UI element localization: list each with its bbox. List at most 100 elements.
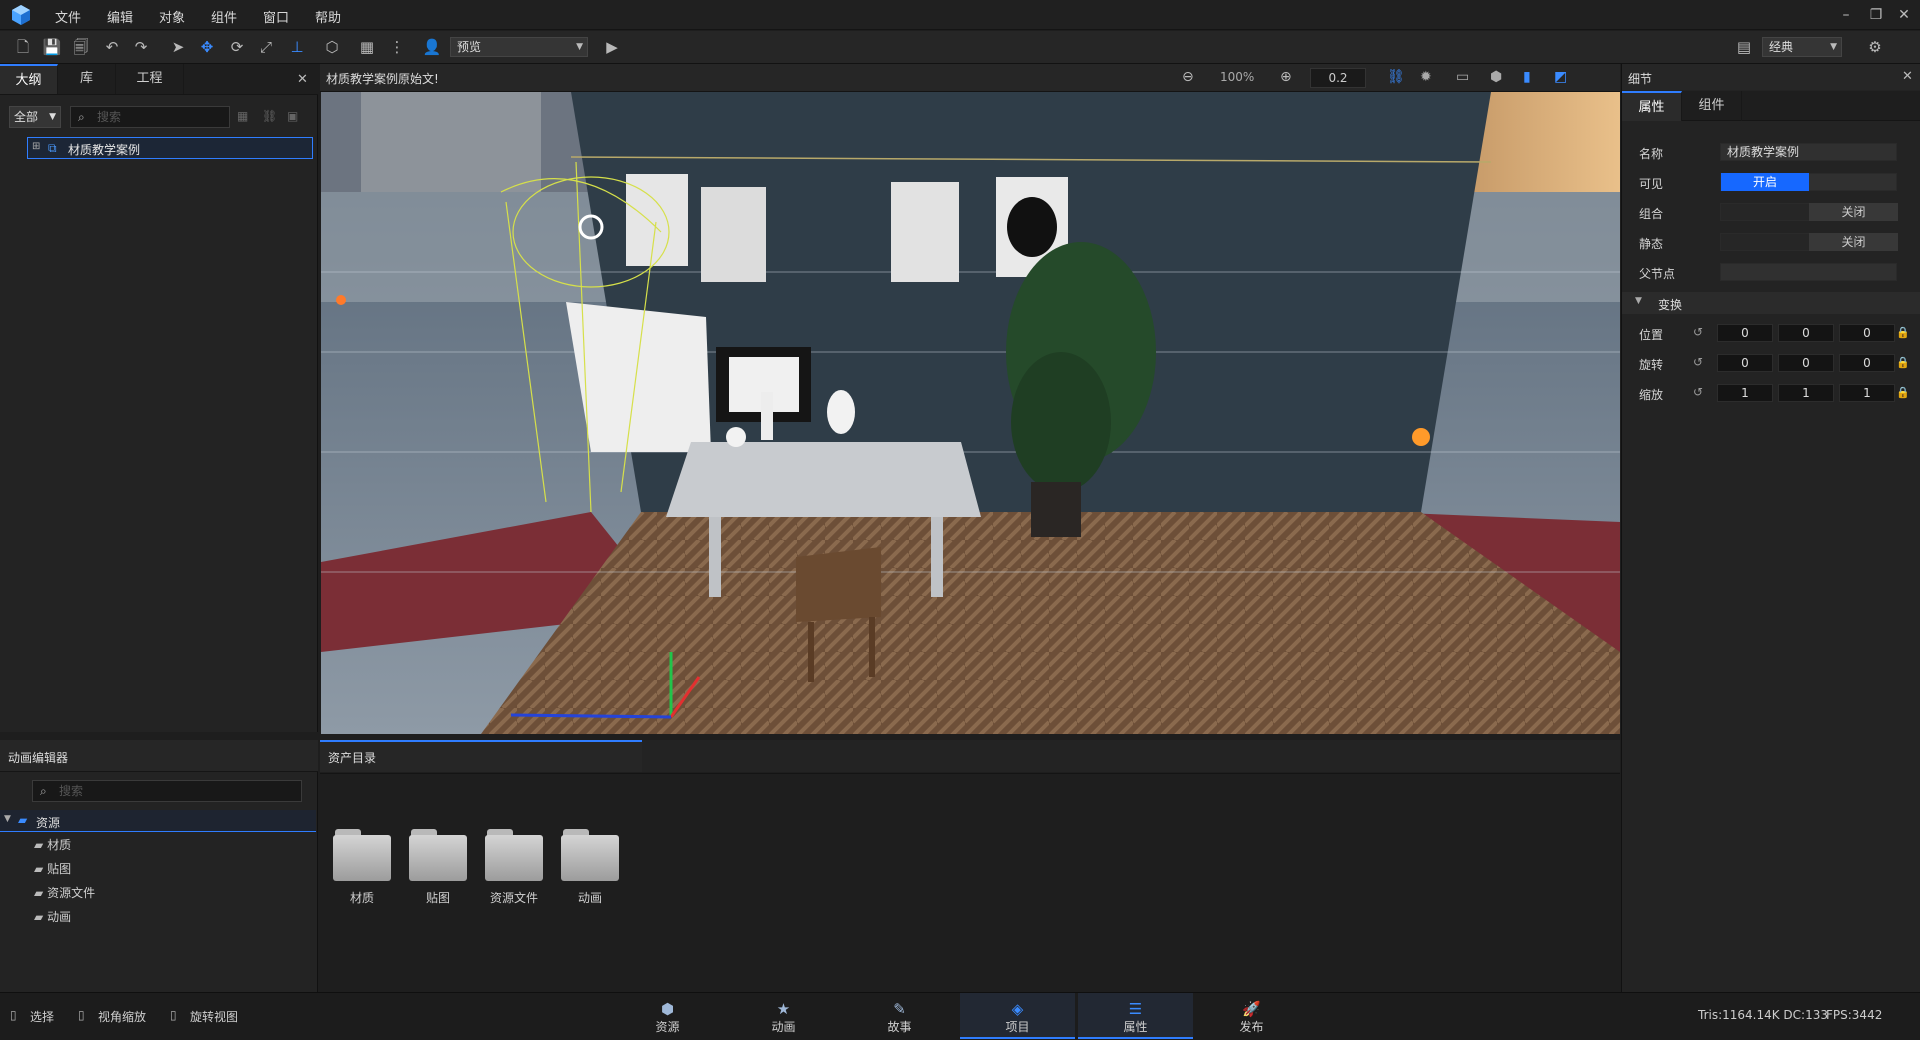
settings-icon[interactable]: ⚙ bbox=[1864, 36, 1886, 58]
tree-item-material[interactable]: ▰ 材质 bbox=[34, 836, 71, 856]
parent-field[interactable] bbox=[1720, 263, 1897, 281]
position-y[interactable]: 0 bbox=[1778, 324, 1834, 342]
redo-icon[interactable]: ↷ bbox=[130, 36, 152, 58]
search-placeholder: 搜索 bbox=[59, 784, 84, 798]
lock-icon[interactable]: 🔒 bbox=[1896, 386, 1910, 399]
tree-item-scene[interactable]: ⊞ ⧉ 材质教学案例 bbox=[27, 137, 313, 159]
animation-editor-header: 动画编辑器 bbox=[0, 740, 318, 772]
new-file-icon[interactable]: 🗋 bbox=[12, 36, 34, 58]
reset-rotation-icon[interactable]: ↺ bbox=[1693, 355, 1703, 369]
reset-position-icon[interactable]: ↺ bbox=[1693, 325, 1703, 339]
asset-folder-animation[interactable]: 动画 bbox=[560, 829, 620, 906]
tab-project[interactable]: 工程 bbox=[116, 64, 184, 94]
lock-icon[interactable]: 🔒 bbox=[1896, 326, 1910, 339]
collapse-icon[interactable]: ▣ bbox=[287, 109, 298, 123]
tree-item-resource-files[interactable]: ▰ 资源文件 bbox=[34, 884, 95, 904]
play-icon[interactable]: ▶ bbox=[601, 36, 623, 58]
tree-root-resources[interactable]: ▼ ▰ 资源 bbox=[0, 810, 316, 832]
perspective-icon[interactable]: ▮ bbox=[1523, 69, 1531, 85]
zoom-in-icon[interactable]: ⊕ bbox=[1280, 69, 1292, 85]
static-toggle[interactable]: 关闭 bbox=[1720, 233, 1898, 251]
mode-tab-story[interactable]: ✎ 故事 bbox=[842, 993, 957, 1039]
scene-viewport[interactable] bbox=[321, 92, 1620, 734]
render-mode-icon[interactable]: ◩ bbox=[1554, 69, 1567, 85]
layout-select[interactable]: 经典 ▼ bbox=[1762, 37, 1842, 57]
close-icon[interactable]: ✕ bbox=[1894, 5, 1914, 25]
rocket-icon: 🚀 bbox=[1242, 1000, 1261, 1018]
group-toggle[interactable]: 关闭 bbox=[1720, 203, 1898, 221]
asset-folder-resource-files[interactable]: 资源文件 bbox=[484, 829, 544, 906]
dot-grid-icon[interactable]: ⋮ bbox=[386, 36, 408, 58]
folder-icon bbox=[409, 829, 467, 881]
outline-search-input[interactable]: ⌕ 搜索 bbox=[70, 106, 230, 128]
menu-help[interactable]: 帮助 bbox=[315, 7, 341, 26]
animation-editor-title: 动画编辑器 bbox=[8, 751, 69, 765]
asset-directory: 材质 贴图 资源文件 动画 bbox=[320, 773, 1620, 992]
link-camera-icon[interactable]: ⛓ bbox=[1387, 69, 1405, 85]
filter-select[interactable]: 全部 ▼ bbox=[9, 106, 61, 128]
snap-icon[interactable]: ⬡ bbox=[321, 36, 343, 58]
cube-icon[interactable]: ⬢ bbox=[1490, 69, 1502, 85]
tab-asset-directory[interactable]: 资产目录 bbox=[320, 740, 642, 772]
mouse-scroll-icon: ▯ bbox=[78, 1008, 85, 1022]
lock-icon[interactable]: 🔒 bbox=[1896, 356, 1910, 369]
close-panel-icon[interactable]: ✕ bbox=[1902, 69, 1913, 84]
mode-tab-resources[interactable]: ⬢ 资源 bbox=[610, 993, 725, 1039]
avatar-icon[interactable]: 👤 bbox=[421, 36, 443, 58]
undo-icon[interactable]: ↶ bbox=[101, 36, 123, 58]
select-tool-icon[interactable]: ➤ bbox=[167, 36, 189, 58]
rotation-z[interactable]: 0 bbox=[1839, 354, 1895, 372]
camera-icon[interactable]: ▭ bbox=[1456, 69, 1469, 85]
tab-properties[interactable]: 属性 bbox=[1622, 91, 1682, 121]
grid-icon[interactable]: ▦ bbox=[356, 36, 378, 58]
menu-object[interactable]: 对象 bbox=[159, 7, 185, 26]
scale-x[interactable]: 1 bbox=[1717, 384, 1773, 402]
preview-select[interactable]: 预览 ▼ bbox=[450, 37, 588, 57]
zoom-out-icon[interactable]: ⊖ bbox=[1182, 69, 1194, 85]
folder-icon bbox=[561, 829, 619, 881]
position-x[interactable]: 0 bbox=[1717, 324, 1773, 342]
mode-tab-project[interactable]: ◈ 项目 bbox=[960, 993, 1075, 1039]
menu-window[interactable]: 窗口 bbox=[263, 7, 289, 26]
rotation-x[interactable]: 0 bbox=[1717, 354, 1773, 372]
close-panel-icon[interactable]: ✕ bbox=[297, 72, 308, 87]
tab-library[interactable]: 库 bbox=[58, 64, 116, 94]
position-z[interactable]: 0 bbox=[1839, 324, 1895, 342]
menu-component[interactable]: 组件 bbox=[211, 7, 237, 26]
restore-icon[interactable]: ❐ bbox=[1866, 5, 1886, 25]
save-all-icon[interactable]: 🗐 bbox=[70, 36, 92, 58]
scale-tool-icon[interactable]: ⤢ bbox=[255, 36, 277, 58]
expand-all-icon[interactable]: ▦ bbox=[237, 109, 248, 123]
link-icon[interactable]: ⛓ bbox=[262, 109, 277, 123]
expand-icon[interactable]: ⊞ bbox=[32, 141, 40, 152]
details-header: 细节 ✕ bbox=[1622, 64, 1920, 90]
reset-scale-icon[interactable]: ↺ bbox=[1693, 385, 1703, 399]
mode-tab-animation[interactable]: ★ 动画 bbox=[726, 993, 841, 1039]
menu-edit[interactable]: 编辑 bbox=[107, 7, 133, 26]
mode-tab-publish[interactable]: 🚀 发布 bbox=[1194, 993, 1309, 1039]
transform-space-icon[interactable]: ⊥ bbox=[286, 36, 308, 58]
minimize-icon[interactable]: – bbox=[1836, 5, 1856, 25]
scale-y[interactable]: 1 bbox=[1778, 384, 1834, 402]
scale-z[interactable]: 1 bbox=[1839, 384, 1895, 402]
transform-section-header[interactable]: ▼ 变换 bbox=[1622, 292, 1920, 314]
layout-icon[interactable]: ▤ bbox=[1733, 36, 1755, 58]
name-field[interactable]: 材质教学案例 bbox=[1720, 143, 1897, 161]
resource-search-input[interactable]: ⌕ 搜索 bbox=[32, 780, 302, 802]
menu-file[interactable]: 文件 bbox=[55, 7, 81, 26]
tree-item-texture[interactable]: ▰ 贴图 bbox=[34, 860, 71, 880]
save-icon[interactable]: 💾 bbox=[41, 36, 63, 58]
rotation-y[interactable]: 0 bbox=[1778, 354, 1834, 372]
tab-components[interactable]: 组件 bbox=[1682, 91, 1742, 121]
tab-outline[interactable]: 大纲 bbox=[0, 64, 58, 94]
hint-select: 选择 bbox=[30, 1010, 55, 1024]
tree-item-animation[interactable]: ▰ 动画 bbox=[34, 908, 71, 928]
visible-toggle[interactable]: 开启 bbox=[1720, 173, 1897, 191]
asset-folder-material[interactable]: 材质 bbox=[332, 829, 392, 906]
rotate-tool-icon[interactable]: ⟳ bbox=[226, 36, 248, 58]
mode-tab-properties[interactable]: ☰ 属性 bbox=[1078, 993, 1193, 1039]
snap-step-input[interactable]: 0.2 bbox=[1310, 68, 1366, 88]
move-tool-icon[interactable]: ✥ bbox=[196, 36, 218, 58]
light-icon[interactable]: ✹ bbox=[1420, 69, 1432, 85]
asset-folder-texture[interactable]: 贴图 bbox=[408, 829, 468, 906]
